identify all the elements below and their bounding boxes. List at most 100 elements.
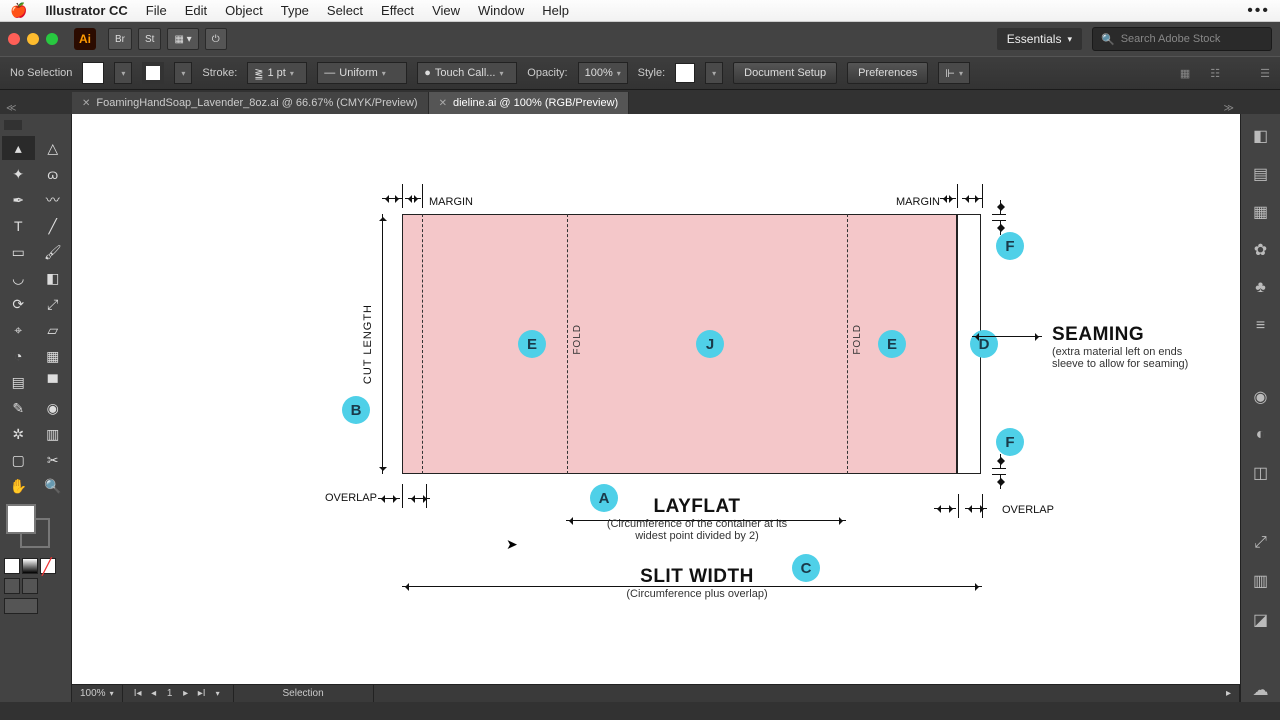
zoom-level[interactable]: 100% ▾ [72,685,123,702]
appearance-panel-icon[interactable]: ◉ [1248,385,1274,409]
none-mode-icon[interactable]: ╱ [40,558,56,574]
libraries-panel-icon[interactable]: ▦ [1248,200,1274,224]
eyedropper-tool-icon[interactable]: ✎ [2,396,35,420]
stock-chip[interactable]: St [138,28,161,50]
fill-dd[interactable]: ▾ [114,62,132,84]
menu-file[interactable]: File [146,3,167,18]
hand-tool-icon[interactable]: ✋ [2,474,35,498]
rotate-tool-icon[interactable]: ⟳ [2,292,35,316]
tab-dieline[interactable]: ✕dieline.ai @ 100% (RGB/Preview) [429,92,630,114]
swatches-panel-icon[interactable]: ♣ [1248,276,1274,300]
scroll-right-icon[interactable]: ▸ [1218,685,1240,702]
bridge-chip[interactable]: Br [108,28,132,50]
app-name[interactable]: Illustrator CC [45,3,127,18]
arrange-chip[interactable]: ▦ ▾ [167,28,198,50]
shaper-tool-icon[interactable]: ◡ [2,266,35,290]
opacity-val[interactable]: 100%▾ [578,62,628,84]
grid-view-icon[interactable]: ▦ [1180,67,1190,80]
properties-panel-icon[interactable]: ◧ [1248,124,1274,148]
direct-selection-tool-icon[interactable]: △ [37,136,70,160]
fill-stroke-picker[interactable] [0,500,71,556]
width-tool-icon[interactable]: ⌖ [2,318,35,342]
scale-tool-icon[interactable]: ⤢ [37,292,70,316]
document-setup-button[interactable]: Document Setup [733,62,837,84]
close-icon[interactable]: ✕ [439,98,447,109]
artboard-tool-icon[interactable]: ▢ [2,448,35,472]
magic-wand-tool-icon[interactable]: ✦ [2,162,35,186]
zoom-tool-icon[interactable]: 🔍 [37,474,70,498]
cc-panel-icon[interactable]: ☁ [1248,678,1274,702]
graph-tool-icon[interactable]: ▥ [37,422,70,446]
transparency-panel-icon[interactable]: ◫ [1248,461,1274,485]
search-input[interactable]: 🔍 Search Adobe Stock [1092,27,1272,51]
stroke-weight[interactable]: ⪒ 1 pt ▾ [247,62,307,84]
screen-mode-normal-icon[interactable] [4,578,20,594]
curvature-tool-icon[interactable]: 〰 [37,188,70,212]
gradient-panel-icon[interactable]: ◐ [1248,423,1274,447]
canvas[interactable]: MARGIN MARGIN CUT LENGTH B [72,114,1240,684]
align-panel-icon[interactable]: ▥ [1248,569,1274,593]
rectangle-tool-icon[interactable]: ▭ [2,240,35,264]
shape-builder-tool-icon[interactable]: ◔ [2,344,35,368]
mesh-tool-icon[interactable]: ▤ [2,370,35,394]
expand-right-icon[interactable]: ≫ [1224,103,1234,114]
apple-icon[interactable]: 🍎 [10,2,27,19]
stroke-profile[interactable]: — Uniform ▾ [317,62,407,84]
fill-swatch[interactable] [82,62,104,84]
mac-overflow-icon[interactable]: ••• [1247,2,1270,20]
paintbrush-tool-icon[interactable]: 🖌 [37,240,70,264]
gradient-tool-icon[interactable]: ▀ [37,370,70,394]
menu-edit[interactable]: Edit [185,3,207,18]
bubble-j: J [696,330,724,358]
free-transform-tool-icon[interactable]: ▱ [37,318,70,342]
symbol-sprayer-tool-icon[interactable]: ✲ [2,422,35,446]
menu-effect[interactable]: Effect [381,3,414,18]
color-mode-icon[interactable] [4,558,20,574]
style-swatch[interactable] [675,63,695,83]
screen-mode-full-icon[interactable] [22,578,38,594]
close-window-icon[interactable] [8,33,20,45]
stroke-swatch[interactable] [142,62,164,84]
artboard-nav[interactable]: I◂◂1▸▸I▾ [123,685,234,702]
stroke-dd[interactable]: ▾ [174,62,192,84]
gradient-mode-icon[interactable] [22,558,38,574]
panel-menu-icon[interactable]: ☰ [1260,67,1270,80]
style-dd[interactable]: ▾ [705,62,723,84]
align-dd[interactable]: ⊩ ▾ [938,62,970,84]
arrow-margin-l1 [382,198,402,199]
perspective-tool-icon[interactable]: ▦ [37,344,70,368]
expand-left-icon[interactable]: ≪ [6,103,16,114]
preferences-button[interactable]: Preferences [847,62,928,84]
brush-dd[interactable]: ● Touch Call... ▾ [417,62,517,84]
transform-panel-icon[interactable]: ⤢ [1248,531,1274,555]
arrow-overlap-r1 [934,508,956,509]
menu-object[interactable]: Object [225,3,263,18]
fill-color-icon[interactable] [6,504,36,534]
close-icon[interactable]: ✕ [82,98,90,109]
list-view-icon[interactable]: ☷ [1210,67,1220,80]
brushes-panel-icon[interactable]: ✿ [1248,238,1274,262]
menu-help[interactable]: Help [542,3,569,18]
eraser-tool-icon[interactable]: ◧ [37,266,70,290]
screen-mode-icon[interactable] [4,598,38,614]
layers-panel-icon[interactable]: ▤ [1248,162,1274,186]
blend-tool-icon[interactable]: ◉ [37,396,70,420]
minimize-window-icon[interactable] [27,33,39,45]
line-tool-icon[interactable]: ╱ [37,214,70,238]
menu-window[interactable]: Window [478,3,524,18]
lasso-tool-icon[interactable]: ɷ [37,162,70,186]
selection-tool-icon[interactable]: ▴ [2,136,35,160]
gpu-chip[interactable]: ⏻ [205,28,227,50]
stroke-panel-icon[interactable]: ≡ [1248,314,1274,338]
pen-tool-icon[interactable]: ✒ [2,188,35,212]
menu-type[interactable]: Type [281,3,309,18]
tab-foaminghandsoap[interactable]: ✕FoamingHandSoap_Lavender_8oz.ai @ 66.67… [72,92,429,114]
menu-view[interactable]: View [432,3,460,18]
slice-tool-icon[interactable]: ✂ [37,448,70,472]
window-controls[interactable] [8,33,58,45]
workspace-switcher[interactable]: Essentials▾ [997,28,1082,50]
pathfinder-panel-icon[interactable]: ◪ [1248,608,1274,632]
menu-select[interactable]: Select [327,3,363,18]
zoom-window-icon[interactable] [46,33,58,45]
type-tool-icon[interactable]: T [2,214,35,238]
